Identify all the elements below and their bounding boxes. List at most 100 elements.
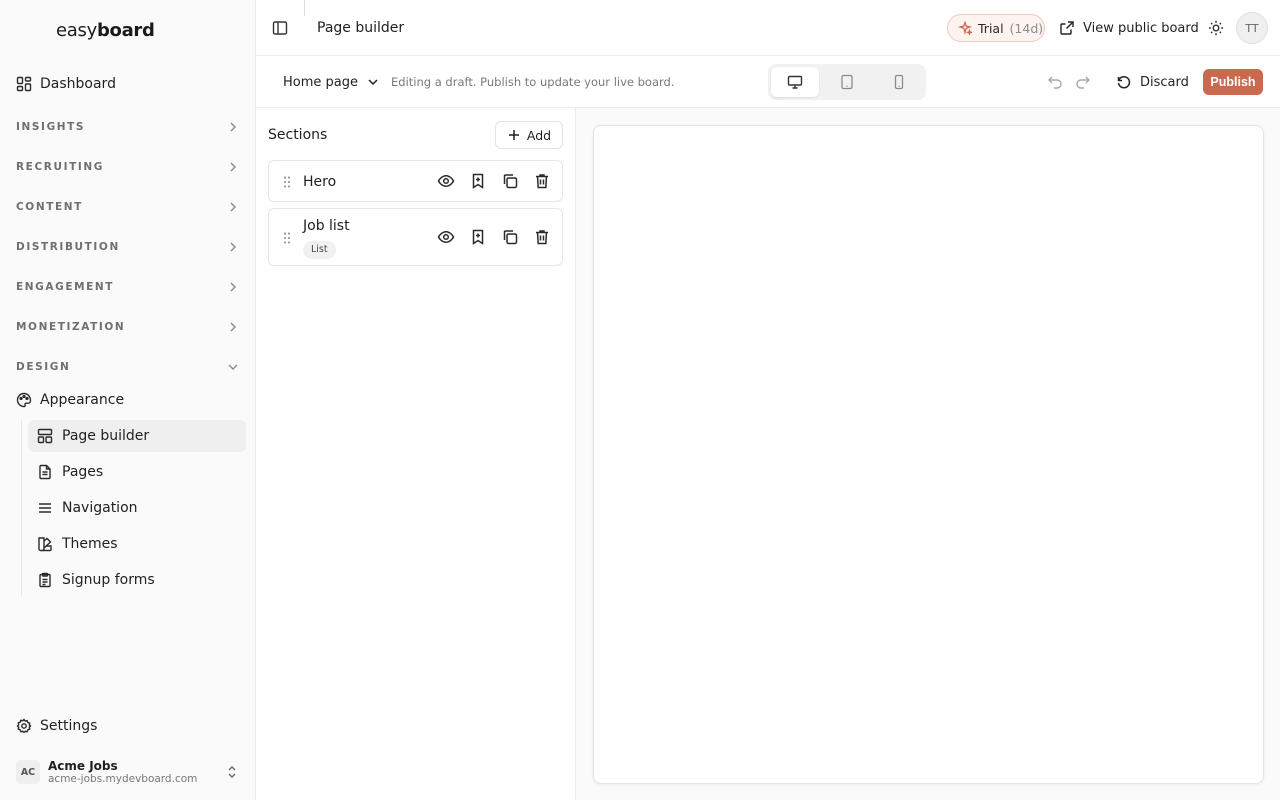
chevron-right-icon	[226, 120, 240, 134]
sidebar-group-insights[interactable]: INSIGHTS	[8, 114, 248, 140]
page-select-dropdown[interactable]: Home page	[283, 72, 380, 92]
panel-left-icon	[272, 20, 288, 36]
group-label: DISTRIBUTION	[16, 241, 120, 253]
rotate-ccw-icon	[1116, 74, 1132, 90]
undo-icon	[1046, 73, 1064, 91]
palette-icon	[16, 392, 32, 408]
copy-icon[interactable]	[500, 227, 520, 247]
sidebar-item-pages[interactable]: Pages	[28, 456, 246, 488]
sidebar-group-engagement[interactable]: ENGAGEMENT	[8, 274, 248, 300]
bookmark-plus-icon[interactable]	[468, 227, 488, 247]
top-header: Page builder Trial (14d) View public boa…	[256, 0, 1280, 56]
sidebar-item-page-builder[interactable]: Page builder	[28, 420, 246, 452]
view-public-board-link[interactable]: View public board	[1059, 16, 1199, 40]
dashboard-grid-icon	[16, 76, 32, 92]
sidebar-item-settings[interactable]: Settings	[8, 713, 248, 739]
chevron-down-icon	[226, 360, 240, 374]
section-card-hero[interactable]: Hero	[268, 160, 563, 202]
sidebar-group-recruiting[interactable]: RECRUITING	[8, 154, 248, 180]
mobile-preview-button[interactable]	[875, 67, 923, 97]
sidebar-item-label: Signup forms	[62, 572, 155, 588]
chevron-right-icon	[226, 160, 240, 174]
desktop-preview-button[interactable]	[771, 67, 819, 97]
drag-handle-icon[interactable]	[279, 174, 295, 190]
sidebar-toggle-button[interactable]	[268, 16, 292, 40]
smartphone-icon	[891, 74, 907, 90]
sidebar-group-monetization[interactable]: MONETIZATION	[8, 314, 248, 340]
editor-toolbar: Home page Editing a draft. Publish to up…	[256, 56, 1280, 108]
page-select-value: Home page	[283, 74, 358, 90]
preview-area	[576, 108, 1280, 800]
sidebar-item-navigation[interactable]: Navigation	[28, 492, 246, 524]
drag-handle-icon[interactable]	[279, 230, 295, 246]
chevrons-up-down-icon	[224, 764, 240, 780]
trial-badge[interactable]: Trial (14d)	[947, 14, 1045, 42]
swatch-book-icon	[37, 536, 53, 552]
account-switcher[interactable]: AC Acme Jobs acme-jobs.mydevboard.com	[8, 752, 248, 792]
preview-canvas[interactable]	[593, 125, 1264, 784]
clipboard-list-icon	[37, 572, 53, 588]
sparkle-icon	[958, 21, 972, 35]
trial-label: Trial	[978, 20, 1004, 36]
trash-icon[interactable]	[532, 227, 552, 247]
sidebar-item-themes[interactable]: Themes	[28, 528, 246, 560]
chevron-right-icon	[226, 280, 240, 294]
device-preview-switch	[768, 64, 926, 100]
sidebar-group-distribution[interactable]: DISTRIBUTION	[8, 234, 248, 260]
sidebar-item-label: Page builder	[62, 428, 150, 444]
bookmark-plus-icon[interactable]	[468, 171, 488, 191]
sidebar-item-signup-forms[interactable]: Signup forms	[28, 564, 246, 596]
file-text-icon	[37, 464, 53, 480]
chevron-down-icon	[366, 75, 380, 89]
discard-label: Discard	[1140, 74, 1189, 90]
sidebar: easyboard Dashboard INSIGHTS RECRUITING …	[0, 0, 256, 800]
sidebar-group-design[interactable]: DESIGN	[8, 354, 248, 380]
add-section-button[interactable]: Add	[495, 121, 563, 149]
group-label: MONETIZATION	[16, 321, 126, 333]
tablet-preview-button[interactable]	[823, 67, 871, 97]
chevron-right-icon	[226, 200, 240, 214]
sidebar-item-dashboard[interactable]: Dashboard	[8, 70, 248, 98]
trial-days: (14d)	[1009, 20, 1044, 36]
eye-icon[interactable]	[436, 227, 456, 247]
view-public-board-label: View public board	[1083, 20, 1199, 36]
sidebar-item-appearance[interactable]: Appearance	[8, 387, 248, 413]
brand-logo[interactable]: easyboard	[56, 20, 155, 42]
publish-button[interactable]: Publish	[1203, 69, 1263, 95]
sidebar-group-content[interactable]: CONTENT	[8, 194, 248, 220]
redo-icon	[1074, 73, 1092, 91]
draft-status-text: Editing a draft. Publish to update your …	[391, 75, 675, 89]
sidebar-item-label: Settings	[40, 718, 98, 734]
logo-light-text: easy	[56, 20, 97, 41]
menu-icon	[37, 500, 53, 516]
sidebar-item-label: Pages	[62, 464, 104, 480]
sun-icon	[1208, 20, 1224, 36]
section-name: Job list	[303, 218, 350, 234]
section-type-badge: List	[303, 241, 336, 259]
sidebar-item-label: Appearance	[40, 392, 125, 408]
trash-icon[interactable]	[532, 171, 552, 191]
logo-bold-text: board	[96, 20, 155, 41]
monitor-icon	[787, 74, 803, 90]
sidebar-item-label: Themes	[62, 536, 118, 552]
submenu-guide-line	[21, 420, 22, 596]
user-avatar[interactable]: TT	[1236, 12, 1268, 44]
sidebar-item-label: Navigation	[62, 500, 138, 516]
copy-icon[interactable]	[500, 171, 520, 191]
layout-icon	[37, 428, 53, 444]
discard-button[interactable]: Discard	[1116, 72, 1189, 92]
section-name: Hero	[303, 174, 337, 190]
section-card-job-list[interactable]: Job list List	[268, 208, 563, 266]
group-label: INSIGHTS	[16, 121, 86, 133]
account-name: Acme Jobs	[48, 758, 118, 773]
account-domain: acme-jobs.mydevboard.com	[48, 772, 198, 785]
external-link-icon	[1059, 20, 1075, 36]
eye-icon[interactable]	[436, 171, 456, 191]
undo-button[interactable]	[1046, 73, 1064, 91]
group-label: RECRUITING	[16, 161, 104, 173]
group-label: CONTENT	[16, 201, 83, 213]
sidebar-item-label: Dashboard	[40, 76, 116, 92]
tablet-icon	[839, 74, 855, 90]
theme-toggle-button[interactable]	[1205, 17, 1227, 39]
redo-button[interactable]	[1074, 73, 1092, 91]
